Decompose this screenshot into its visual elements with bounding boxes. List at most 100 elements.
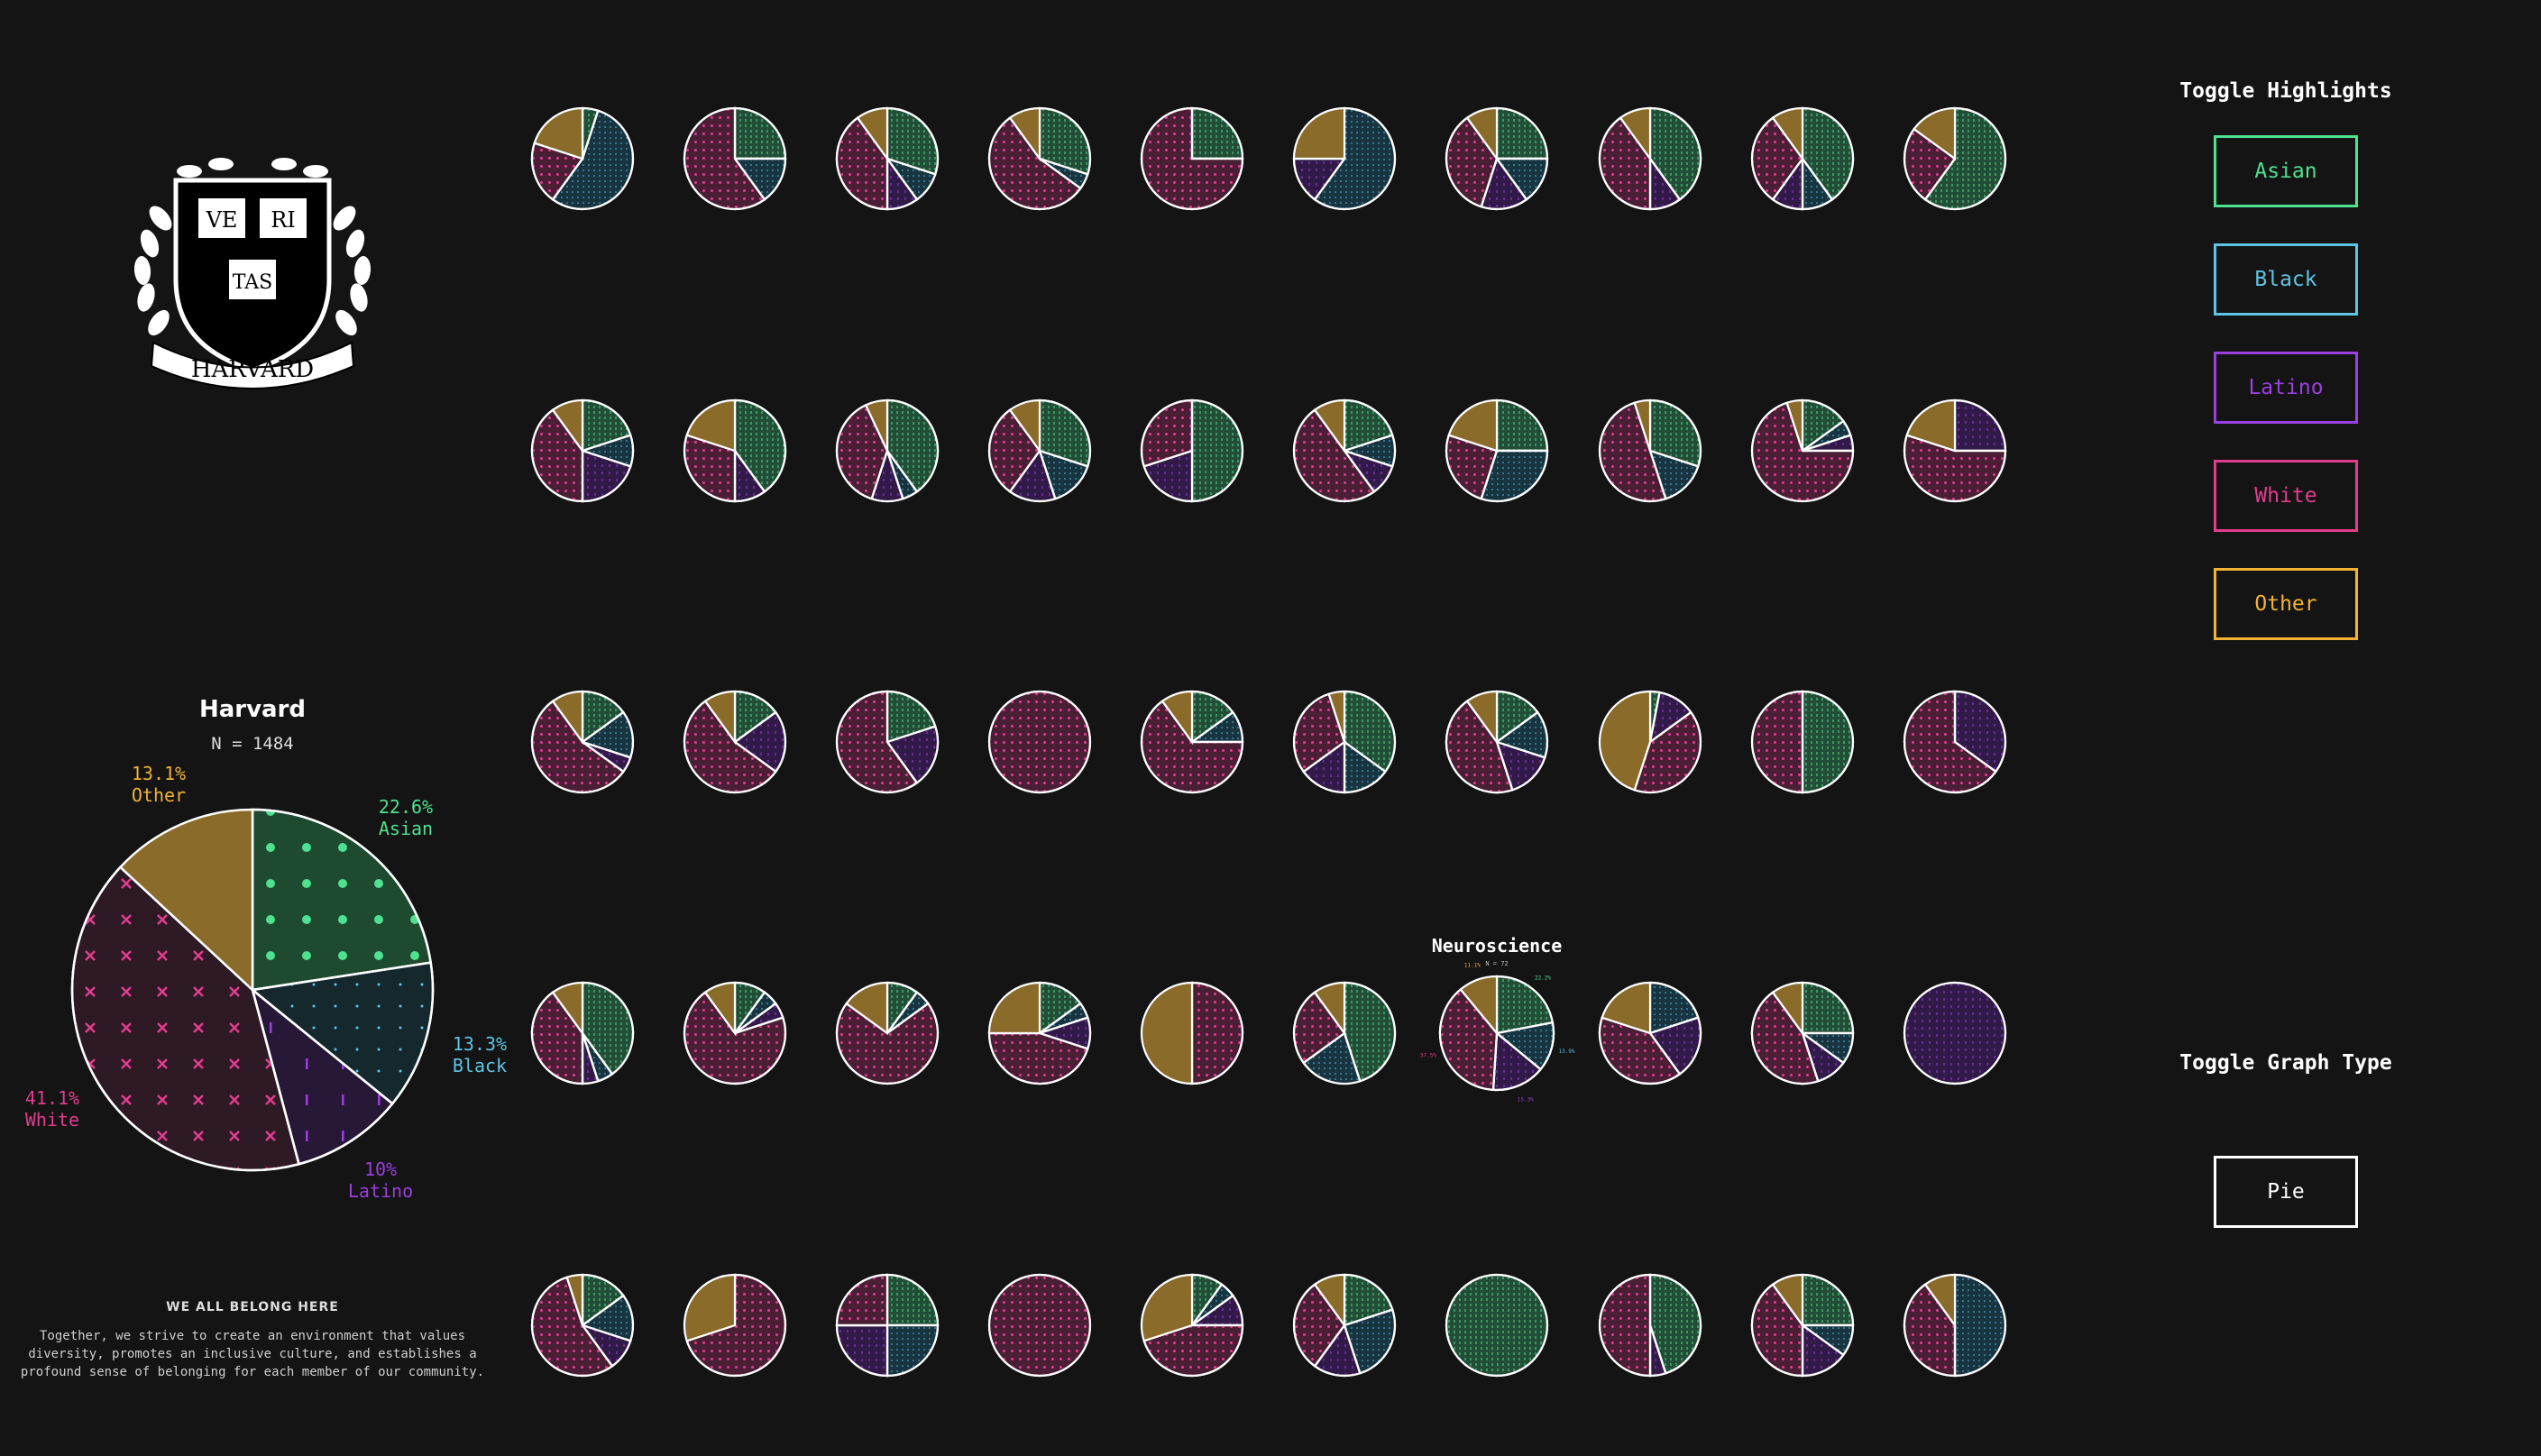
app-root: VE RI TAS HARVARD Harvard N = 1484 22.6%… (0, 0, 2541, 1456)
dept-r5-c10-pie (1903, 1273, 2007, 1378)
summary-label-white-name: White (25, 1109, 79, 1131)
dept-r3-c7-pie (1445, 690, 1549, 794)
logo-banner-text: HARVARD (191, 356, 314, 383)
dept-r2-c5-pie (1140, 398, 1244, 503)
toggle-asian-button[interactable]: Asian (2214, 135, 2358, 207)
toggle-white-button[interactable]: White (2214, 460, 2358, 532)
dept-r1-c10-pie (1903, 106, 2007, 211)
dept-r3-c5-pie (1140, 690, 1244, 794)
dept-r5-c9-slice-asian-pattern (1801, 1273, 1855, 1327)
dept-r4-c5-slice-white-pattern (1190, 981, 1244, 1085)
dept-r5-c3-slice-latino-pattern (835, 1323, 889, 1378)
dept-r1-c5-slice-asian-pattern (1190, 106, 1244, 160)
dept-r5-c4-slice-white-pattern (987, 1273, 1092, 1378)
toggle-other-button[interactable]: Other (2214, 568, 2358, 640)
dept-r2-c9-pie (1750, 398, 1855, 503)
footer-line: Together, we strive to create an environ… (39, 1329, 465, 1343)
dept-r3-c4-pie (987, 690, 1092, 794)
dept-r1-c9-pie (1750, 106, 1855, 211)
summary-label-black-name: Black (453, 1055, 507, 1076)
dept-r3-c2-pie (683, 690, 787, 794)
dept-r2-c7-slice-asian-pattern (1495, 398, 1549, 453)
summary-label-asian-pct: 22.6% (379, 796, 433, 818)
dept-r3-c9-slice-asian-pattern (1801, 690, 1855, 794)
dept-r4-c2-pie (683, 981, 787, 1085)
toggle-latino-button[interactable]: Latino (2214, 352, 2358, 424)
dept-r4-c6-pie (1292, 981, 1397, 1085)
featured-pie-title: Neuroscience (1432, 935, 1563, 957)
dept-r1-c5-pie (1140, 106, 1244, 211)
dept-r5-c4-pie (987, 1273, 1092, 1378)
dept-r4-c7-pie (1438, 975, 1555, 1092)
dept-r2-c10-slice-latino-pattern (1953, 398, 2007, 453)
dept-r3-c10-pie (1903, 690, 2007, 794)
dept-r1-c7-pie (1445, 106, 1549, 211)
featured-slice-label-latino: 15.3% (1518, 1096, 1534, 1103)
dept-r5-c9-pie (1750, 1273, 1855, 1378)
summary-pie-chart: 22.6%Asian 13.3%Black 10%Latino 41.1%White 1… (25, 763, 507, 1202)
dept-r1-c1-pie (530, 106, 635, 211)
dept-r4-c9-pie (1750, 981, 1855, 1085)
dept-r3-c8-pie (1598, 690, 1702, 794)
dept-r4-c1-pie (530, 981, 635, 1085)
dept-r5-c6-pie (1292, 1273, 1397, 1378)
featured-slice-label-other: 11.1% (1464, 963, 1481, 969)
featured-slice-label-white: 37.5% (1420, 1053, 1436, 1059)
featured-slice-label-black: 13.9% (1558, 1049, 1574, 1055)
toggle-graph-type-button[interactable]: Pie (2214, 1156, 2358, 1228)
dept-r5-c3-slice-white-pattern (835, 1273, 889, 1327)
dept-r4-c4-slice-other (987, 981, 1041, 1035)
dept-r5-c3-pie (835, 1273, 940, 1378)
dept-r5-c8-pie (1598, 1273, 1702, 1378)
summary-label-latino-name: Latino (348, 1180, 413, 1202)
dept-r3-c9-slice-white-pattern (1750, 690, 1804, 794)
dept-r1-c6-pie (1292, 106, 1397, 211)
summary-label-latino-pct: 10% (364, 1158, 397, 1180)
footer-line: diversity, promotes an inclusive culture… (28, 1347, 477, 1361)
logo-text-tas: TAS (233, 271, 272, 294)
footer-title: WE ALL BELONG HERE (166, 1300, 339, 1314)
dept-r2-c3-pie (835, 398, 940, 503)
dept-r3-c1-pie (530, 690, 635, 794)
summary-count: N = 1484 (211, 734, 294, 754)
dept-r3-c4-slice-white-pattern (987, 690, 1092, 794)
dept-r1-c3-pie (835, 106, 940, 211)
dept-r2-c8-pie (1599, 398, 1702, 502)
dept-r4-c3-pie (835, 981, 940, 1085)
toggle-graph-type-title: Toggle Graph Type (2179, 1051, 2392, 1075)
featured-slice-label-asian: 22.2% (1535, 975, 1551, 981)
dept-r5-c8-slice-white-pattern (1598, 1273, 1652, 1378)
department-pie-grid: Neuroscience N = 72 22.2% 13.9% 15.3% 37.5% 11… (530, 106, 2007, 1378)
dept-r5-c3-slice-black-pattern (885, 1323, 940, 1378)
logo-text-ri: RI (271, 207, 296, 233)
summary-pie (70, 808, 435, 1172)
dept-r2-c1-pie (530, 398, 635, 503)
dept-r2-c5-slice-asian-pattern (1190, 398, 1244, 503)
toggle-black-button[interactable]: Black (2214, 243, 2358, 316)
dept-r2-c7-pie (1445, 398, 1549, 503)
dept-r4-c5-pie (1140, 981, 1244, 1085)
dept-r1-c6-slice-other (1292, 106, 1346, 160)
dept-r5-c7-pie (1445, 1273, 1549, 1378)
dept-r5-c10-slice-black-pattern (1953, 1273, 2007, 1378)
featured-pie-count: N = 72 (1485, 960, 1508, 967)
summary-label-other-pct: 13.1% (132, 763, 186, 784)
dept-r1-c8-pie (1598, 106, 1702, 211)
dept-r1-c7-slice-asian-pattern (1495, 106, 1549, 160)
summary-title: Harvard (198, 696, 307, 723)
dept-r1-c4-pie (987, 106, 1092, 211)
dept-r4-c10-pie (1903, 981, 2007, 1085)
summary-label-other-name: Other (132, 784, 186, 806)
dept-r2-c4-pie (987, 398, 1092, 503)
dept-r5-c2-pie (683, 1273, 787, 1378)
toggle-highlights-title: Toggle Highlights (2179, 79, 2392, 103)
footer-text: Together, we strive to create an environ… (18, 1327, 487, 1381)
dept-r3-c9-pie (1750, 690, 1855, 794)
dept-r1-c2-slice-asian-pattern (733, 106, 787, 160)
dept-r5-c5-pie (1140, 1273, 1244, 1378)
dept-r4-c9-slice-asian-pattern (1801, 981, 1855, 1035)
dept-r3-c6-pie (1292, 690, 1397, 794)
logo-text-ve: VE (206, 207, 238, 233)
dept-r4-c10-slice-latino-pattern (1903, 981, 2007, 1085)
dept-r3-c3-pie (835, 690, 940, 794)
